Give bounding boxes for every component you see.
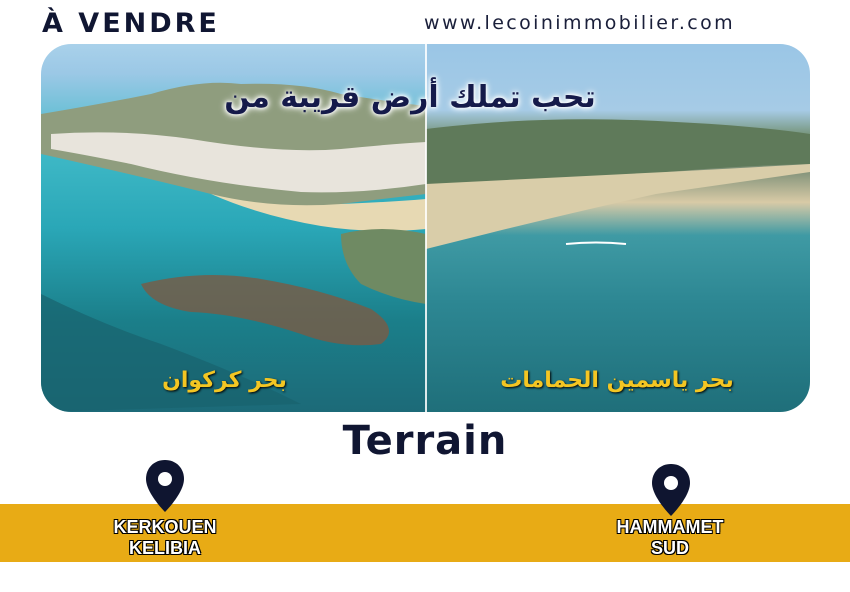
website-url[interactable]: www.lecoinimmobilier.com bbox=[424, 12, 735, 34]
arabic-headline: تحب تملك أرض قريبة من bbox=[224, 80, 596, 115]
location-kerkouen-kelibia: KERKOUEN KELIBIA bbox=[105, 517, 225, 559]
location-line: HAMMAMET bbox=[616, 517, 724, 537]
location-hammamet-sud: HAMMAMET SUD bbox=[605, 517, 735, 559]
location-line: SUD bbox=[650, 538, 689, 558]
location-line: KERKOUEN bbox=[113, 517, 217, 537]
location-line: KELIBIA bbox=[129, 538, 201, 558]
hammamet-caption: بحر ياسمين الحمامات bbox=[500, 368, 734, 393]
map-pin-icon bbox=[652, 464, 690, 516]
for-sale-title: À VENDRE bbox=[42, 8, 220, 39]
map-pin-icon bbox=[146, 460, 184, 512]
kerkouane-caption: بحر كركوان bbox=[162, 368, 287, 393]
terrain-title: Terrain bbox=[342, 418, 508, 464]
